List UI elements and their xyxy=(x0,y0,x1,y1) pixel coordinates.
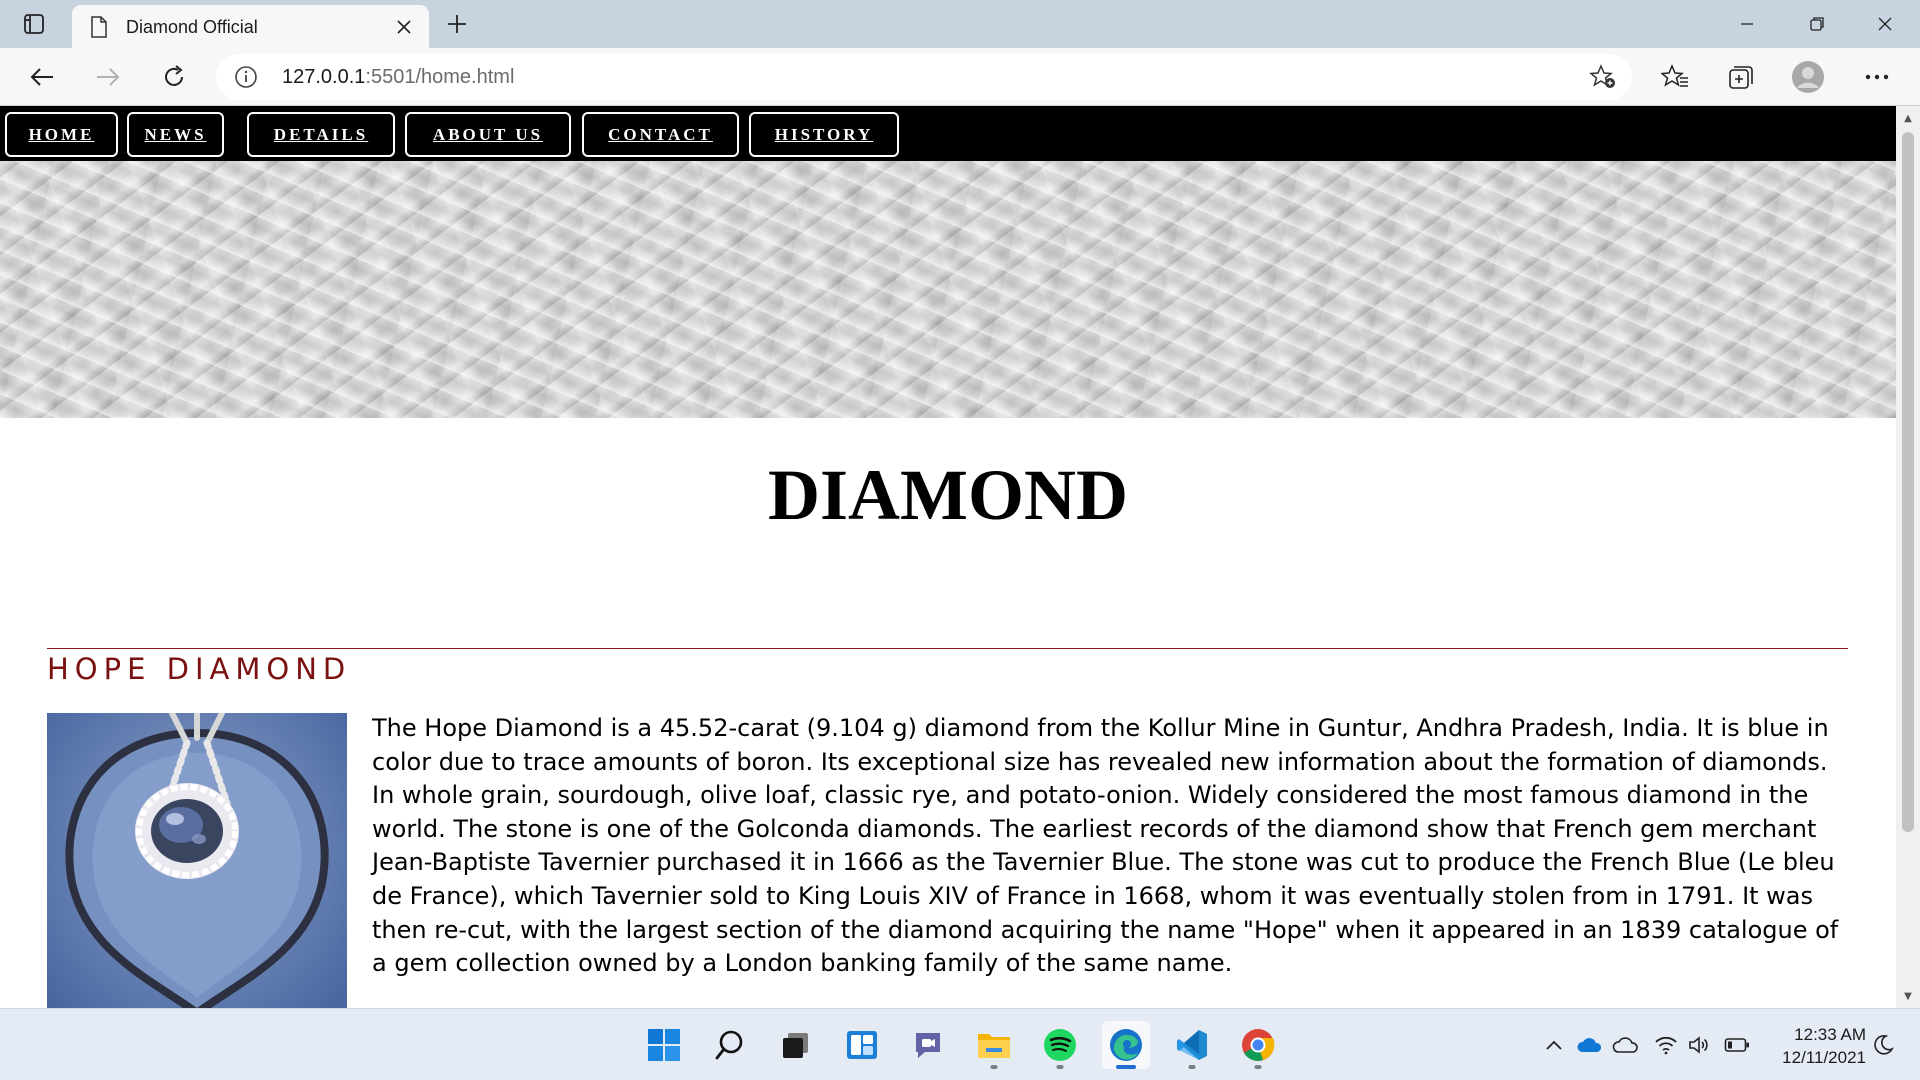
taskbar-spotify[interactable] xyxy=(1036,1021,1084,1069)
browser-tab-strip: Diamond Official xyxy=(0,0,1920,48)
battery-icon[interactable] xyxy=(1724,1033,1750,1057)
back-button[interactable] xyxy=(22,57,62,97)
section-heading: HOPE DIAMOND xyxy=(47,652,352,686)
taskbar-chrome[interactable] xyxy=(1234,1021,1282,1069)
clock-date: 12/11/2021 xyxy=(1782,1048,1866,1067)
nav-news-link[interactable]: NEWS xyxy=(127,112,224,157)
edge-icon xyxy=(1110,1029,1142,1061)
restore-icon xyxy=(1810,17,1824,31)
plus-icon xyxy=(448,15,466,33)
info-icon[interactable] xyxy=(234,65,258,93)
close-tab-icon[interactable] xyxy=(393,16,415,38)
address-bar[interactable]: 127.0.0.1:5501/home.html xyxy=(216,54,1632,100)
folder-icon xyxy=(978,1034,1010,1058)
hero-banner xyxy=(0,161,1896,418)
refresh-button[interactable] xyxy=(154,57,194,97)
task-view-icon xyxy=(783,1033,808,1058)
taskbar-widgets[interactable] xyxy=(838,1021,886,1069)
active-indicator xyxy=(1116,1065,1136,1069)
settings-more-button[interactable] xyxy=(1857,57,1897,97)
restore-button[interactable] xyxy=(1782,0,1852,48)
running-indicator xyxy=(1254,1065,1262,1069)
onedrive-icon[interactable] xyxy=(1576,1033,1602,1057)
nav-details-link[interactable]: DETAILS xyxy=(247,112,395,157)
widgets-icon xyxy=(847,1031,877,1059)
vscode-icon xyxy=(1177,1030,1207,1060)
nav-contact-link[interactable]: CONTACT xyxy=(582,112,739,157)
page-viewport: HOME NEWS DETAILS ABOUT US CONTACT HISTO… xyxy=(0,106,1920,1008)
favorites-button[interactable] xyxy=(1655,57,1695,97)
forward-button[interactable] xyxy=(88,57,128,97)
taskbar-teams-chat[interactable] xyxy=(904,1021,952,1069)
page-icon xyxy=(90,16,108,42)
profile-button[interactable] xyxy=(1788,57,1828,97)
new-tab-button[interactable] xyxy=(440,8,474,40)
refresh-icon xyxy=(165,65,183,86)
hope-diamond-image xyxy=(47,713,347,1008)
tab-title: Diamond Official xyxy=(126,17,258,37)
favorites-icon xyxy=(1661,64,1688,87)
collections-button[interactable] xyxy=(1721,57,1761,97)
minimize-button[interactable] xyxy=(1712,0,1782,48)
url-path: :5501/home.html xyxy=(365,66,515,88)
browser-toolbar: 127.0.0.1:5501/home.html xyxy=(0,48,1920,106)
forward-arrow-icon xyxy=(97,68,120,86)
cloud-icon[interactable] xyxy=(1612,1033,1638,1057)
nav-history-link[interactable]: HISTORY xyxy=(749,112,899,157)
taskbar-file-explorer[interactable] xyxy=(970,1021,1018,1069)
hope-diamond-description: The Hope Diamond is a 45.52-carat (9.104… xyxy=(372,714,1839,978)
windows-start-icon xyxy=(648,1029,680,1061)
taskbar-search[interactable] xyxy=(706,1021,754,1069)
chat-icon xyxy=(916,1033,940,1058)
clock-time: 12:33 AM xyxy=(1794,1025,1866,1044)
spotify-icon xyxy=(1044,1029,1076,1061)
browser-tab[interactable]: Diamond Official xyxy=(72,5,429,48)
show-hidden-icons[interactable] xyxy=(1541,1033,1567,1057)
taskbar-edge[interactable] xyxy=(1102,1021,1150,1069)
avatar-icon xyxy=(1792,61,1824,93)
taskbar-vscode[interactable] xyxy=(1168,1021,1216,1069)
close-window-button[interactable] xyxy=(1850,0,1920,48)
tab-actions-icon xyxy=(24,14,44,34)
more-icon xyxy=(1865,74,1889,80)
search-icon xyxy=(715,1030,743,1060)
chrome-icon xyxy=(1242,1029,1275,1061)
running-indicator xyxy=(990,1065,998,1069)
taskbar-task-view[interactable] xyxy=(772,1021,820,1069)
scroll-thumb[interactable] xyxy=(1902,132,1914,832)
chevron-up-icon xyxy=(1546,1040,1562,1050)
tab-actions-button[interactable] xyxy=(18,10,50,38)
add-favorite-icon[interactable] xyxy=(1588,63,1618,91)
running-indicator xyxy=(1188,1065,1196,1069)
close-icon xyxy=(1878,17,1892,31)
wifi-icon[interactable] xyxy=(1653,1033,1679,1057)
scroll-up-icon[interactable]: ▲ xyxy=(1902,112,1914,124)
url-host: 127.0.0.1 xyxy=(282,66,366,88)
page-title: DIAMOND xyxy=(768,455,1128,535)
focus-assist-icon[interactable] xyxy=(1870,1033,1896,1057)
web-page: HOME NEWS DETAILS ABOUT US CONTACT HISTO… xyxy=(0,106,1896,1008)
collections-icon xyxy=(1729,66,1753,89)
page-scrollbar[interactable]: ▲ ▼ xyxy=(1896,106,1920,1008)
minimize-icon xyxy=(1741,23,1753,25)
taskbar: 12:33 AM 12/11/2021 xyxy=(0,1008,1920,1080)
scroll-down-icon[interactable]: ▼ xyxy=(1902,990,1914,1002)
taskbar-start[interactable] xyxy=(640,1021,688,1069)
site-nav-bar: HOME NEWS DETAILS ABOUT US CONTACT HISTO… xyxy=(0,106,1896,161)
section-divider xyxy=(47,648,1848,649)
url-text[interactable]: 127.0.0.1:5501/home.html xyxy=(282,66,514,89)
running-indicator xyxy=(1056,1065,1064,1069)
nav-home-link[interactable]: HOME xyxy=(5,112,118,157)
system-clock[interactable]: 12:33 AM 12/11/2021 xyxy=(1770,1023,1866,1069)
volume-icon[interactable] xyxy=(1686,1033,1712,1057)
back-arrow-icon xyxy=(30,68,53,86)
nav-about-us-link[interactable]: ABOUT US xyxy=(405,112,571,157)
